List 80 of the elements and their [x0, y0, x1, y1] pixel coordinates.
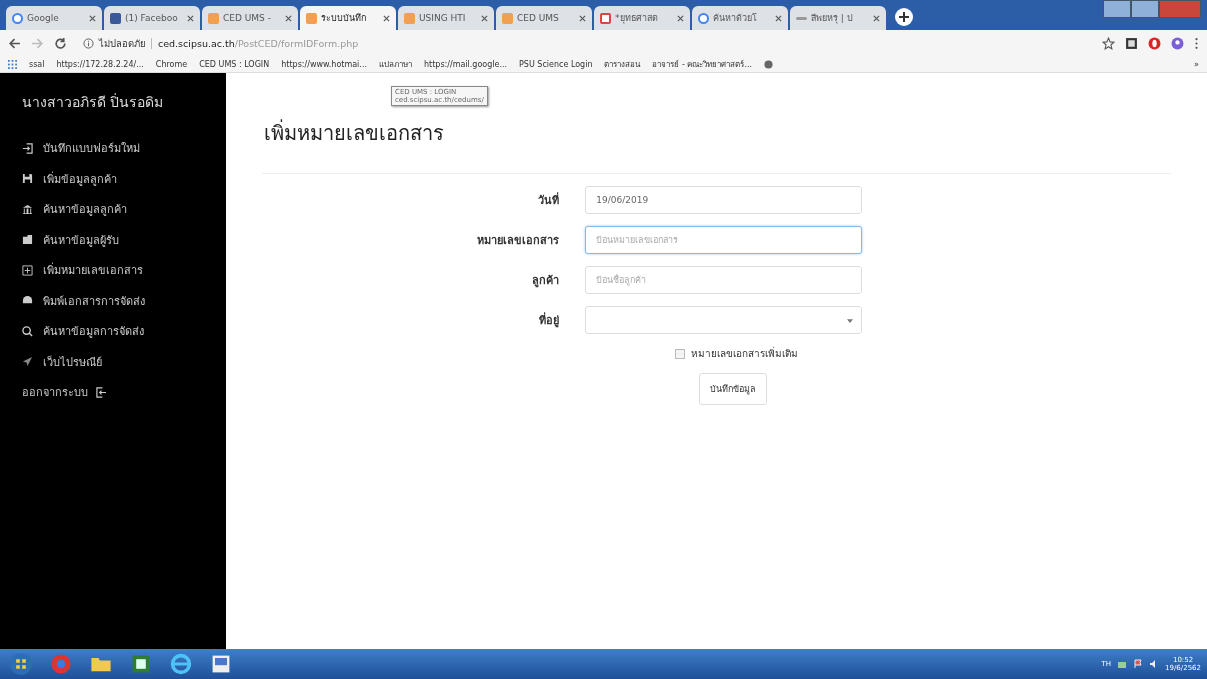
back-icon[interactable]	[8, 36, 21, 50]
browser-tab[interactable]: CED UMS	[496, 6, 592, 30]
browser-tab[interactable]: *ยุทธศาสต	[594, 6, 690, 30]
sidebar-item[interactable]: พิมพ์เอกสารการจัดส่ง	[22, 287, 226, 314]
opera-icon[interactable]	[1148, 36, 1161, 50]
window-controls[interactable]	[1103, 0, 1201, 18]
bank-icon	[22, 203, 33, 215]
close-icon[interactable]	[285, 14, 292, 22]
sign-out-icon	[96, 386, 107, 398]
input-field[interactable]: 19/06/2019	[585, 186, 862, 214]
sign-in-icon	[22, 142, 33, 154]
bookmark-link[interactable]: Chrome	[155, 59, 188, 69]
page-icon	[796, 16, 807, 20]
browser-tab[interactable]: Google	[6, 6, 102, 30]
field-label: ลูกค้า	[531, 273, 560, 289]
browser-tab[interactable]: ค้นหาด้วยโ	[692, 6, 788, 30]
info-icon	[83, 37, 94, 49]
send-icon	[22, 356, 33, 367]
bookmark-link[interactable]: https://mail.google...	[423, 59, 508, 69]
input-field[interactable]: ป้อนชื่อลูกค้า	[585, 266, 862, 294]
close-icon[interactable]	[579, 14, 586, 22]
checkbox-label: หมายเลขเอกสารเพิ่มเติม	[691, 346, 798, 361]
profile-icon[interactable]	[1171, 36, 1184, 50]
close-icon[interactable]	[89, 14, 96, 22]
browser-tab[interactable]: USING HTI	[398, 6, 494, 30]
field-label: ที่อยู่	[538, 311, 560, 329]
more-bookmarks-icon[interactable]: »	[1194, 59, 1199, 69]
google-icon	[698, 12, 709, 24]
field-label: วันที่	[537, 191, 560, 209]
reload-icon[interactable]	[54, 36, 67, 50]
bookmark-link[interactable]: ssal	[29, 59, 45, 69]
site-icon	[208, 12, 219, 24]
flag-icon[interactable]	[1133, 659, 1144, 669]
close-icon[interactable]	[677, 14, 684, 22]
extension-icon[interactable]	[1125, 36, 1138, 50]
user-name: นางสาวอภิรดี ปิ่นรอดิม	[22, 92, 165, 112]
sidebar-item[interactable]: บันทึกแบบฟอร์มใหม่	[22, 135, 226, 161]
facebook-icon	[110, 12, 121, 24]
apps-icon[interactable]	[8, 59, 17, 69]
save-button[interactable]: บันทึกข้อมูล	[699, 373, 767, 405]
browser-tab[interactable]: CED UMS -	[202, 6, 298, 30]
bookmark-link[interactable]: PSU Science Login	[519, 59, 593, 69]
new-tab-icon[interactable]	[894, 7, 914, 27]
bookmark-link[interactable]: แปลภาษา	[378, 57, 412, 71]
google-icon	[12, 12, 23, 24]
sidebar-item[interactable]: เว็บไปรษณีย์	[22, 348, 226, 375]
close-icon[interactable]	[873, 14, 880, 22]
checkbox[interactable]	[675, 348, 685, 359]
browser-tab[interactable]: (1) Faceboo	[104, 6, 200, 30]
browser-tab[interactable]: ระบบบันทึก	[300, 6, 396, 30]
sidebar-item[interactable]: ค้นหาข้อมูลลูกค้า	[22, 196, 226, 222]
sidebar-item[interactable]: ค้นหาข้อมูลผู้รับ	[22, 226, 226, 253]
bookmark-link[interactable]: https://www.hotmai...	[281, 59, 367, 69]
sidebar-item[interactable]: เพิ่มข้อมูลลูกค้า	[22, 165, 226, 192]
close-icon[interactable]	[481, 14, 488, 22]
input-field[interactable]: ป้อนหมายเลขเอกสาร	[585, 226, 862, 254]
globe-icon[interactable]	[764, 59, 774, 69]
sidebar-item[interactable]: ค้นหาข้อมูลการจัดส่ง	[22, 318, 226, 344]
bookmark-link[interactable]: ตารางสอน	[604, 57, 641, 71]
bookmark-link[interactable]: CED UMS : LOGIN	[199, 59, 270, 69]
close-icon[interactable]	[187, 14, 194, 22]
site-icon	[306, 12, 317, 24]
close-icon[interactable]	[775, 14, 782, 22]
page-title: เพิ่มหมายเลขเอกสาร	[264, 118, 445, 147]
menu-icon[interactable]	[1194, 36, 1199, 50]
bookmark-link[interactable]: อาจารย์ - คณะวิทยาศาสตร์...	[652, 57, 753, 71]
field-label: หมายเลขเอกสาร	[476, 233, 560, 249]
site-icon	[404, 12, 415, 24]
caret-icon	[847, 319, 853, 323]
close-icon[interactable]	[383, 14, 390, 22]
search-icon	[22, 325, 33, 337]
browser-tab[interactable]: สีพยหรุ | ป	[790, 6, 886, 30]
bookmark-link[interactable]: https://172.28.2.24/...	[56, 59, 144, 69]
site-icon	[502, 12, 513, 24]
mail-icon	[600, 12, 611, 24]
logout-link[interactable]: ออกจากระบบ	[22, 379, 226, 405]
network-icon[interactable]	[1117, 659, 1128, 669]
star-icon[interactable]	[1102, 36, 1115, 50]
sidebar-item[interactable]: เพิ่มหมายเลขเอกสาร	[22, 257, 226, 283]
building-icon	[22, 234, 33, 245]
